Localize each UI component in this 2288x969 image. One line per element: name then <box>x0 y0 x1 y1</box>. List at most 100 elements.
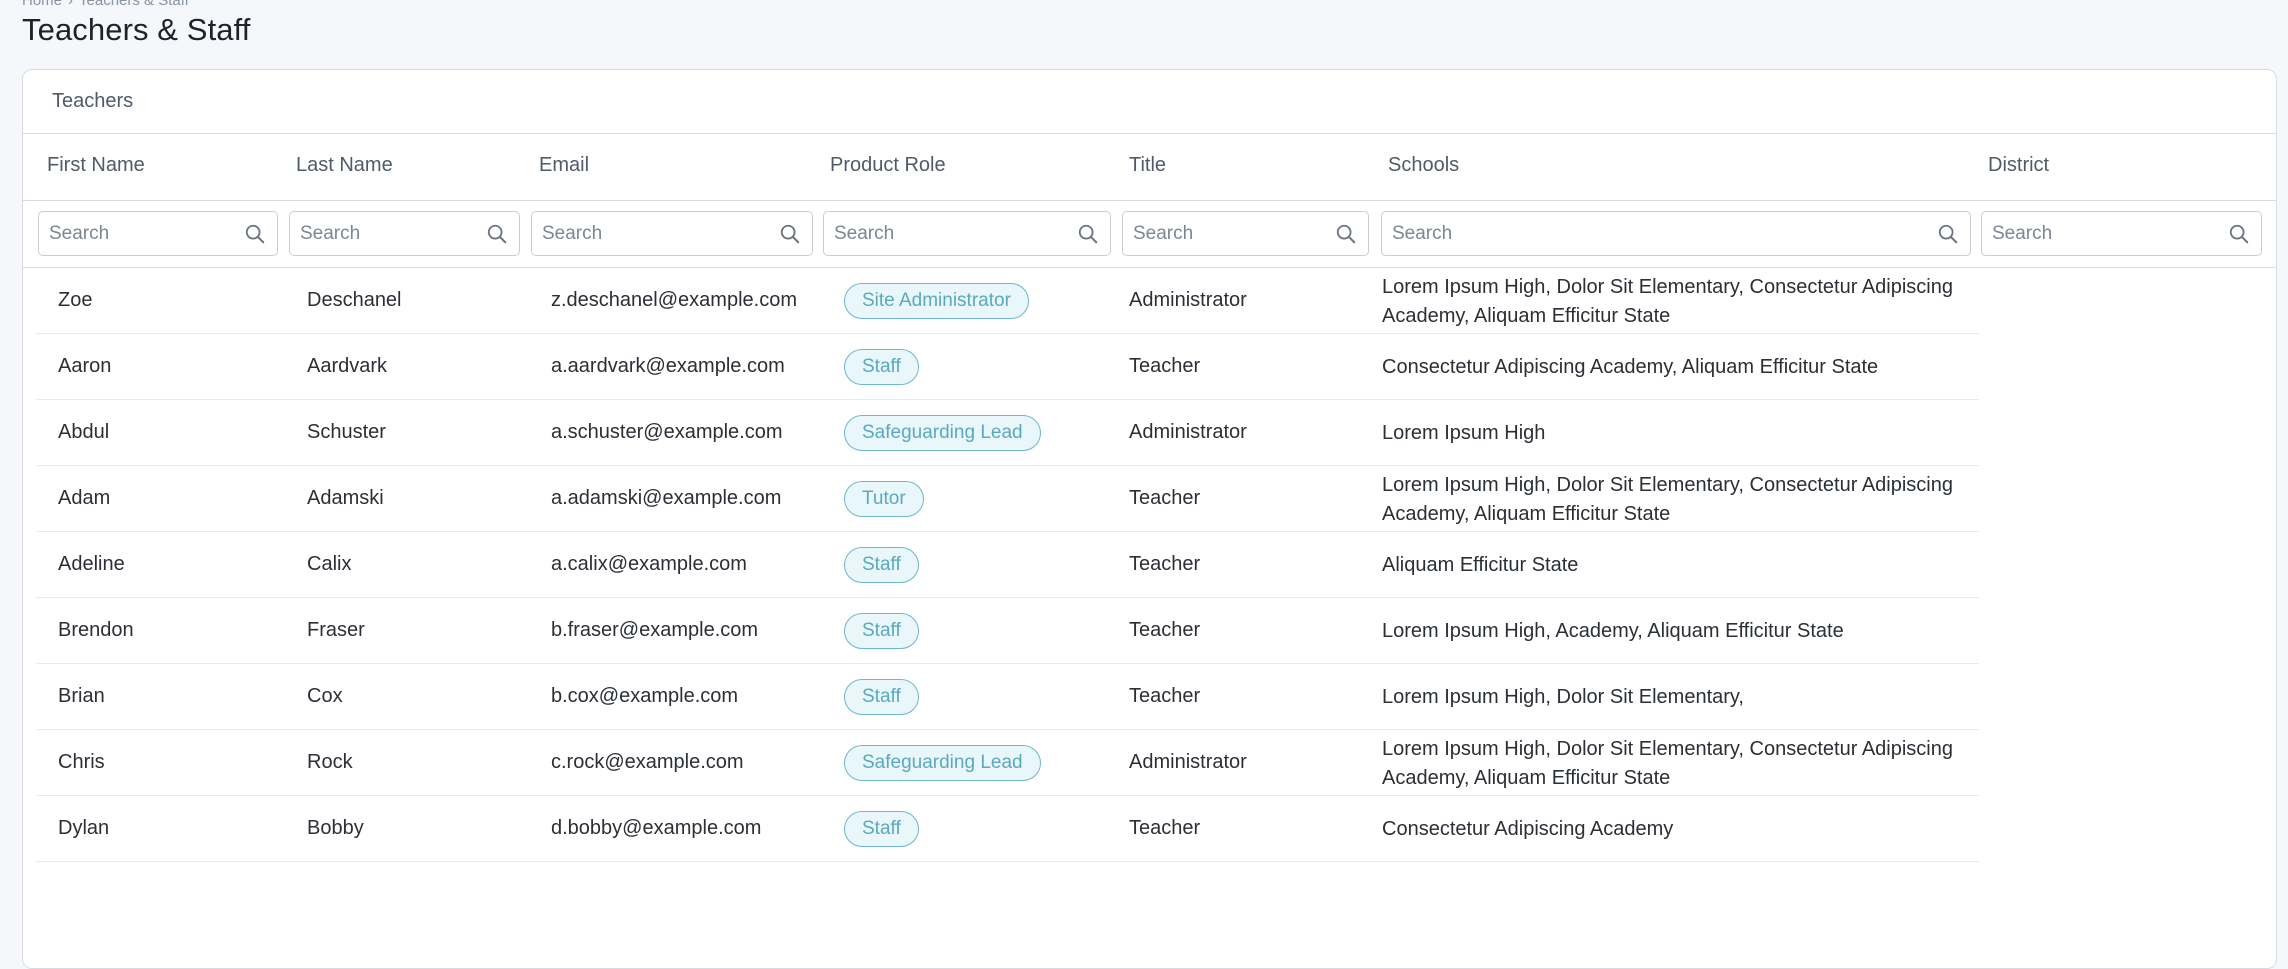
cell-first-name: Brian <box>58 685 105 707</box>
cell-title: Teacher <box>1129 619 1201 641</box>
cell-last-name: Fraser <box>307 619 365 641</box>
cell-schools: Consectetur Adipiscing Academy <box>1382 818 1674 840</box>
cell-first-name: Brendon <box>58 619 134 641</box>
breadcrumb-separator: › <box>68 0 74 9</box>
panel-header: Teachers <box>23 70 2276 134</box>
cell-schools: Lorem Ipsum High, Dolor Sit Elementary, … <box>1382 474 1953 525</box>
search-input-email[interactable] <box>542 212 774 255</box>
cell-first-name: Abdul <box>58 421 110 443</box>
column-header-title[interactable]: Title <box>1129 154 1166 177</box>
cell-last-name: Bobby <box>307 817 364 839</box>
cell-email: d.bobby@example.com <box>551 817 762 839</box>
search-icon[interactable] <box>1077 223 1099 245</box>
search-box-last-name[interactable] <box>289 211 520 256</box>
cell-schools: Lorem Ipsum High, Academy, Aliquam Effic… <box>1382 620 1844 642</box>
cell-schools: Lorem Ipsum High, Dolor Sit Elementary, … <box>1382 738 1953 789</box>
search-input-district[interactable] <box>1992 212 2223 255</box>
product-role-badge: Staff <box>844 811 919 847</box>
column-header-district[interactable]: District <box>1988 154 2049 177</box>
product-role-badge: Site Administrator <box>844 283 1029 319</box>
cell-email: a.aardvark@example.com <box>551 355 785 377</box>
search-input-first-name[interactable] <box>49 212 239 255</box>
panel-title: Teachers <box>52 90 134 112</box>
cell-first-name: Chris <box>58 751 105 773</box>
search-icon[interactable] <box>1937 223 1959 245</box>
teachers-panel: Teachers First Name Last Name Email Prod… <box>22 69 2277 969</box>
cell-first-name: Adeline <box>58 553 125 575</box>
table-row[interactable]: Dylan Bobby d.bobby@example.com Staff Teache… <box>36 796 1979 862</box>
search-box-district[interactable] <box>1981 211 2262 256</box>
search-box-email[interactable] <box>531 211 813 256</box>
cell-schools: Consectetur Adipiscing Academy, Aliquam … <box>1382 356 1879 378</box>
filter-row <box>23 201 2276 268</box>
cell-first-name: Dylan <box>58 817 110 839</box>
search-box-title[interactable] <box>1122 211 1369 256</box>
cell-last-name: Schuster <box>307 421 386 443</box>
product-role-badge: Staff <box>844 349 919 385</box>
search-icon[interactable] <box>779 223 801 245</box>
cell-title: Administrator <box>1129 421 1247 443</box>
cell-last-name: Deschanel <box>307 289 402 311</box>
cell-title: Teacher <box>1129 487 1201 509</box>
cell-title: Administrator <box>1129 289 1247 311</box>
cell-email: a.schuster@example.com <box>551 421 783 443</box>
search-input-title[interactable] <box>1133 212 1330 255</box>
cell-last-name: Cox <box>307 685 343 707</box>
column-header-email[interactable]: Email <box>539 154 589 177</box>
table-row[interactable]: Brendon Fraser b.fraser@example.com Staff Te… <box>36 598 1979 664</box>
search-input-product-role[interactable] <box>834 212 1072 255</box>
column-header-product-role[interactable]: Product Role <box>830 154 946 177</box>
column-header-first-name[interactable]: First Name <box>47 154 145 177</box>
cell-last-name: Adamski <box>307 487 384 509</box>
product-role-badge: Safeguarding Lead <box>844 745 1041 781</box>
cell-title: Teacher <box>1129 685 1201 707</box>
table-row[interactable]: Abdul Schuster a.schuster@example.com Safeg… <box>36 400 1979 466</box>
cell-email: b.cox@example.com <box>551 685 739 707</box>
page-title: Teachers & Staff <box>22 12 251 47</box>
cell-last-name: Aardvark <box>307 355 388 377</box>
product-role-badge: Staff <box>844 679 919 715</box>
breadcrumb-current: Teachers & Staff <box>79 0 189 9</box>
table-row[interactable]: Zoe Deschanel z.deschanel@example.com Site … <box>36 268 1979 334</box>
search-icon[interactable] <box>486 223 508 245</box>
cell-email: a.calix@example.com <box>551 553 747 575</box>
table-row[interactable]: Aaron Aardvark a.aardvark@example.com Staff… <box>36 334 1979 400</box>
search-icon[interactable] <box>244 223 266 245</box>
product-role-badge: Tutor <box>844 481 924 517</box>
breadcrumb: Home › Teachers & Staff <box>22 0 195 9</box>
search-input-last-name[interactable] <box>300 212 481 255</box>
product-role-badge: Staff <box>844 547 919 583</box>
cell-email: c.rock@example.com <box>551 751 744 773</box>
cell-title: Teacher <box>1129 355 1201 377</box>
cell-title: Teacher <box>1129 553 1201 575</box>
column-header-last-name[interactable]: Last Name <box>296 154 393 177</box>
cell-schools: Lorem Ipsum High, Dolor Sit Elementary, <box>1382 686 1744 708</box>
column-headers: First Name Last Name Email Product Role … <box>23 134 2276 201</box>
search-input-schools[interactable] <box>1392 212 1932 255</box>
cell-first-name: Aaron <box>58 355 112 377</box>
search-icon[interactable] <box>2228 223 2250 245</box>
column-header-schools[interactable]: Schools <box>1388 154 1459 177</box>
cell-email: z.deschanel@example.com <box>551 289 797 311</box>
cell-last-name: Rock <box>307 751 353 773</box>
search-box-product-role[interactable] <box>823 211 1111 256</box>
table-row[interactable]: Brian Cox b.cox@example.com Staff Teacher Lor… <box>36 664 1979 730</box>
cell-schools: Aliquam Efficitur State <box>1382 554 1579 576</box>
cell-first-name: Zoe <box>58 289 93 311</box>
table-row[interactable]: Chris Rock c.rock@example.com Safeguarding … <box>36 730 1979 796</box>
product-role-badge: Staff <box>844 613 919 649</box>
table-row[interactable]: Adeline Calix a.calix@example.com Staff Teac… <box>36 532 1979 598</box>
cell-last-name: Calix <box>307 553 352 575</box>
breadcrumb-home[interactable]: Home <box>22 0 62 9</box>
cell-email: a.adamski@example.com <box>551 487 782 509</box>
cell-schools: Lorem Ipsum High, Dolor Sit Elementary, … <box>1382 276 1953 327</box>
product-role-badge: Safeguarding Lead <box>844 415 1041 451</box>
search-box-first-name[interactable] <box>38 211 278 256</box>
cell-first-name: Adam <box>58 487 111 509</box>
table-row[interactable]: Adam Adamski a.adamski@example.com Tutor Tea… <box>36 466 1979 532</box>
cell-title: Administrator <box>1129 751 1247 773</box>
search-icon[interactable] <box>1335 223 1357 245</box>
cell-schools: Lorem Ipsum High <box>1382 422 1546 444</box>
search-box-schools[interactable] <box>1381 211 1971 256</box>
cell-title: Teacher <box>1129 817 1201 839</box>
